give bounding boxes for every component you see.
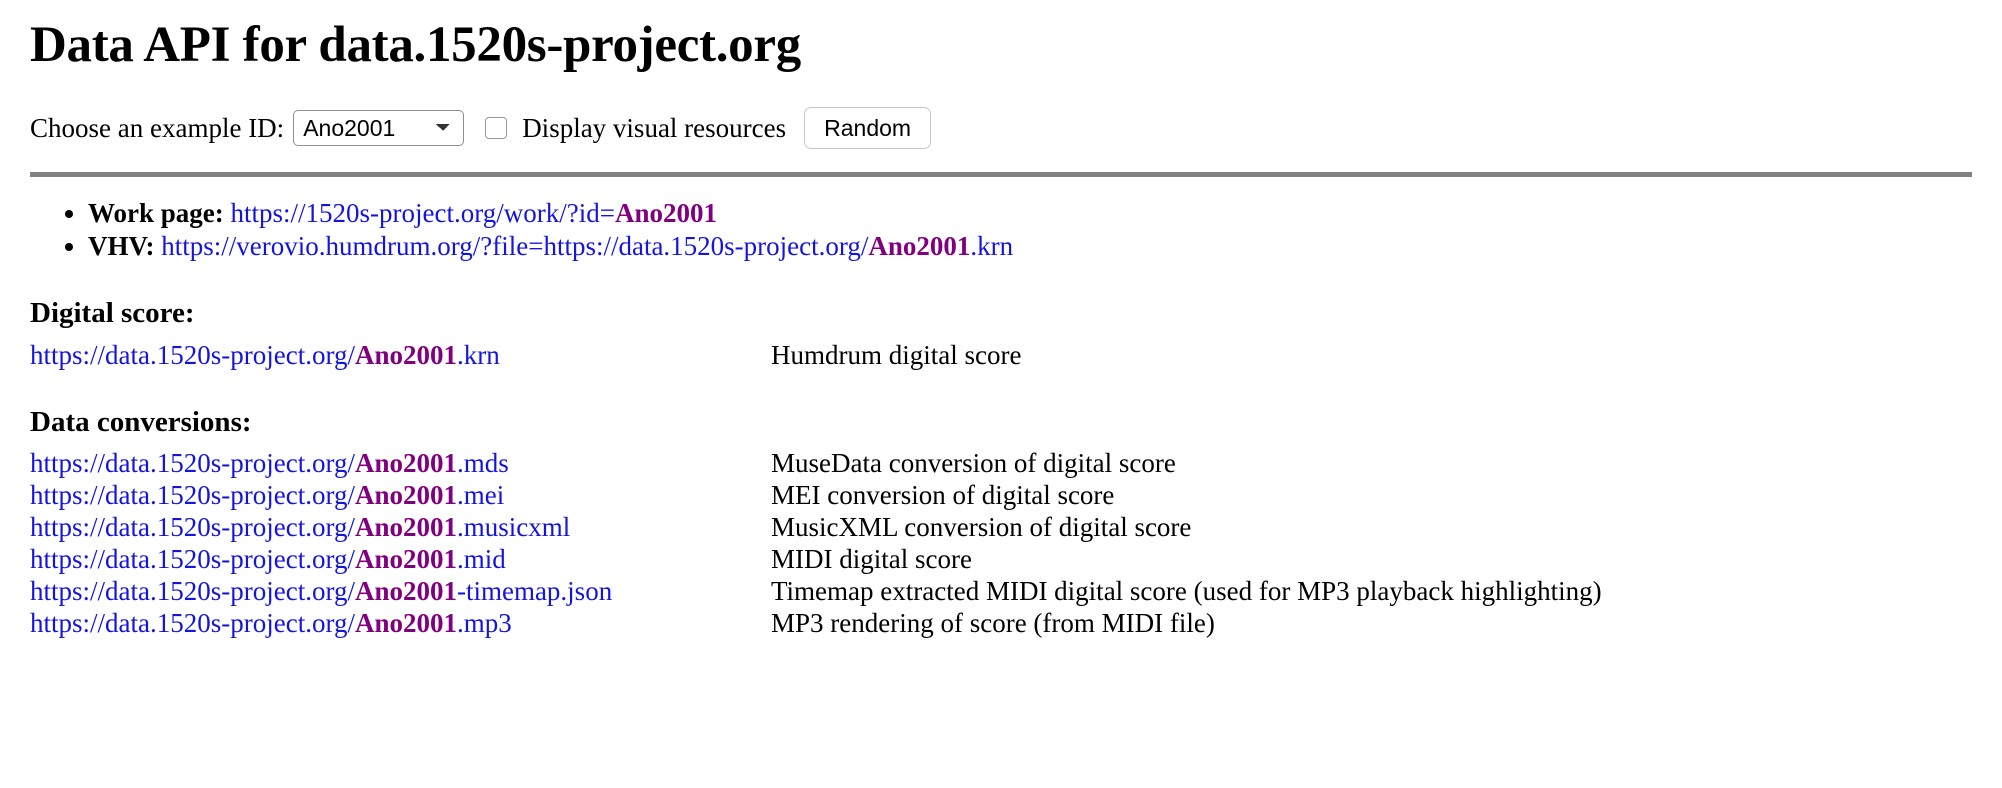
link-url-suffix: .krn: [456, 339, 500, 370]
link-url-prefix: https://data.1520s-project.org/: [30, 512, 355, 543]
table-row: https://data.1520s-project.org/Ano2001.m…: [30, 448, 1972, 480]
work-page-link[interactable]: https://1520s-project.org/work/?id=Ano20…: [231, 198, 717, 228]
link-url-id: Ano2001: [354, 480, 457, 511]
link-url-suffix: -timemap.json: [456, 576, 613, 607]
work-page-label: Work page:: [88, 198, 224, 228]
link-url-prefix: https://data.1520s-project.org/: [30, 339, 355, 370]
link-url-prefix: https://1520s-project.org/work/?id=: [230, 198, 615, 228]
resource-link-cell: https://data.1520s-project.org/Ano2001.m…: [30, 512, 771, 544]
table-row: https://data.1520s-project.org/Ano2001.m…: [30, 512, 1972, 544]
vhv-label: VHV:: [88, 230, 155, 261]
digital-score-rows: https://data.1520s-project.org/Ano2001.k…: [30, 340, 1972, 372]
display-visual-resources-checkbox[interactable]: [485, 117, 508, 139]
quick-links-list: Work page: https://1520s-project.org/wor…: [30, 197, 1972, 263]
table-row: https://data.1520s-project.org/Ano2001-t…: [30, 576, 1972, 608]
link-url-id: Ano2001: [354, 448, 457, 479]
resource-link[interactable]: https://data.1520s-project.org/Ano2001.m…: [30, 544, 506, 574]
section-divider: [30, 172, 1972, 177]
resource-link-cell: https://data.1520s-project.org/Ano2001.m…: [30, 480, 771, 512]
link-url-prefix: https://verovio.humdrum.org/?file=https:…: [161, 230, 869, 261]
choose-example-id-label: Choose an example ID:: [30, 112, 285, 143]
random-button[interactable]: Random: [804, 107, 932, 149]
table-row: https://data.1520s-project.org/Ano2001.k…: [30, 340, 1972, 372]
resource-link-cell: https://data.1520s-project.org/Ano2001.m…: [30, 544, 771, 576]
link-url-suffix: .mp3: [456, 608, 512, 639]
link-url-prefix: https://data.1520s-project.org/: [30, 576, 355, 607]
page-title: Data API for data.1520s-project.org: [30, 17, 801, 73]
link-url-id: Ano2001: [868, 230, 971, 261]
link-url-prefix: https://data.1520s-project.org/: [30, 544, 355, 575]
link-url-prefix: https://data.1520s-project.org/: [30, 448, 355, 479]
link-url-prefix: https://data.1520s-project.org/: [30, 608, 355, 639]
resource-description: MusicXML conversion of digital score: [771, 512, 1192, 543]
link-url-suffix: .krn: [970, 230, 1014, 261]
table-row: https://data.1520s-project.org/Ano2001.m…: [30, 480, 1972, 512]
resource-description: MEI conversion of digital score: [771, 480, 1115, 511]
table-row: https://data.1520s-project.org/Ano2001.m…: [30, 608, 1972, 640]
resource-description: MP3 rendering of score (from MIDI file): [771, 608, 1215, 639]
resource-description: Timemap extracted MIDI digital score (us…: [771, 576, 1602, 607]
page-root: Data API for data.1520s-project.org Choo…: [0, 0, 2002, 640]
resource-link-cell: https://data.1520s-project.org/Ano2001.m…: [30, 448, 771, 480]
link-url-id: Ano2001: [614, 198, 717, 228]
resource-link-cell: https://data.1520s-project.org/Ano2001.k…: [30, 340, 771, 372]
resource-link[interactable]: https://data.1520s-project.org/Ano2001.k…: [30, 340, 500, 370]
data-conversions-heading: Data conversions:: [30, 405, 252, 438]
resource-link[interactable]: https://data.1520s-project.org/Ano2001.m…: [30, 608, 512, 638]
resource-link[interactable]: https://data.1520s-project.org/Ano2001-t…: [30, 576, 612, 606]
resource-description: MuseData conversion of digital score: [771, 448, 1176, 479]
resource-link-cell: https://data.1520s-project.org/Ano2001-t…: [30, 576, 771, 608]
resource-description: Humdrum digital score: [771, 339, 1022, 370]
link-url-suffix: .musicxml: [456, 512, 571, 543]
resource-link[interactable]: https://data.1520s-project.org/Ano2001.m…: [30, 448, 509, 478]
example-id-select[interactable]: Ano2001: [293, 110, 465, 146]
link-url-id: Ano2001: [354, 608, 457, 639]
list-item: VHV: https://verovio.humdrum.org/?file=h…: [88, 230, 1972, 263]
table-row: https://data.1520s-project.org/Ano2001.m…: [30, 544, 1972, 576]
resource-link[interactable]: https://data.1520s-project.org/Ano2001.m…: [30, 512, 570, 542]
resource-description: MIDI digital score: [771, 544, 972, 575]
link-url-id: Ano2001: [354, 544, 457, 575]
digital-score-heading: Digital score:: [30, 296, 195, 329]
resource-link[interactable]: https://data.1520s-project.org/Ano2001.m…: [30, 480, 504, 510]
link-url-id: Ano2001: [354, 512, 457, 543]
link-url-id: Ano2001: [354, 339, 457, 370]
display-visual-resources-label[interactable]: Display visual resources: [522, 114, 786, 142]
link-url-suffix: .mds: [456, 448, 509, 479]
data-conversions-rows: https://data.1520s-project.org/Ano2001.m…: [30, 448, 1972, 640]
resource-link-cell: https://data.1520s-project.org/Ano2001.m…: [30, 608, 771, 640]
list-item: Work page: https://1520s-project.org/wor…: [88, 197, 1972, 230]
link-url-suffix: .mid: [456, 544, 506, 575]
link-url-id: Ano2001: [354, 576, 457, 607]
controls-bar: Choose an example ID: Ano2001 Display vi…: [30, 105, 1972, 151]
vhv-link[interactable]: https://verovio.humdrum.org/?file=https:…: [161, 231, 1013, 261]
link-url-suffix: .mei: [456, 480, 505, 511]
link-url-prefix: https://data.1520s-project.org/: [30, 480, 355, 511]
